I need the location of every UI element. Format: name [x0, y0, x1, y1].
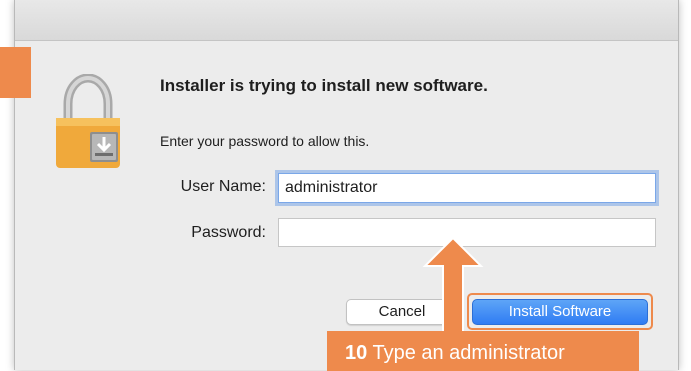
- password-label: Password:: [191, 224, 266, 241]
- callout-text: Type an administrator: [372, 342, 565, 364]
- dialog-subtext: Enter your password to allow this.: [160, 133, 370, 149]
- dialog-titlebar: [15, 0, 678, 41]
- screenshot-frame: Installer is trying to install new softw…: [0, 0, 691, 371]
- dialog-heading: Installer is trying to install new softw…: [160, 76, 488, 95]
- instruction-callout: 10 Type an administrator: [327, 331, 639, 371]
- username-label: User Name:: [180, 178, 266, 195]
- lock-icon: [56, 74, 120, 168]
- install-software-button[interactable]: Install Software: [472, 299, 648, 325]
- callout-step: 10: [345, 342, 368, 364]
- username-field[interactable]: administrator: [278, 173, 656, 203]
- orange-marker: [0, 47, 31, 98]
